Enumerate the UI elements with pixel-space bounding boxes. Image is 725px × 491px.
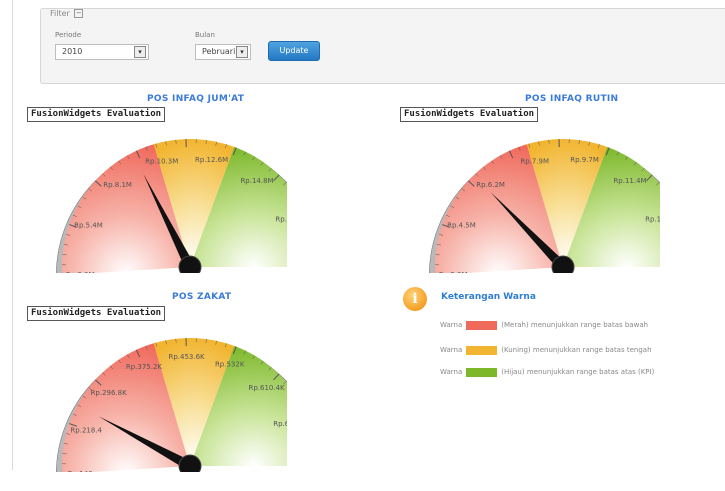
gauge-tick-label: Rp.8.1M <box>103 181 132 189</box>
gauge-tick-label: Rp.296.8K <box>91 389 128 397</box>
gauge-infaq-jumat: Rp.3.6M Rp.5.4M Rp.8.1M Rp.10.3M Rp.12.6M Rp.… <box>27 107 287 273</box>
update-button[interactable]: Update <box>268 41 320 61</box>
gauge-tick-label: Rp.3.6M <box>66 271 95 273</box>
gauge-tick-label: Rp.4.5M <box>447 222 476 230</box>
gauge-hub <box>551 255 575 273</box>
legend-row-red: Warna (Merah) menunjukkan range batas baw… <box>440 320 648 330</box>
chevron-down-icon[interactable]: ▾ <box>236 46 248 58</box>
filter-legend-label: Filter <box>50 9 70 18</box>
red-swatch <box>466 320 498 330</box>
gauge-tick-label: Rp.10.3M <box>145 158 178 166</box>
gauge-title-infaq-rutin: POS INFAQ RUTIN <box>525 94 619 104</box>
gauge-hub <box>178 454 202 472</box>
evaluation-label: FusionWidgets Evaluation <box>27 107 166 122</box>
gauge-zakat: Rp.140 Rp.218.4 Rp.296.8K Rp.375.2K Rp.453.6… <box>27 306 287 472</box>
legend-title: Keterangan Warna <box>441 292 536 302</box>
gauge-title-infaq-jumat: POS INFAQ JUM'AT <box>147 94 245 104</box>
collapse-icon[interactable]: − <box>74 9 84 18</box>
gauge-tick-label: Rp.140 <box>68 470 93 472</box>
gauge-dial: Rp.3.6M Rp.5.4M Rp.8.1M Rp.10.3M Rp.12.6M Rp.… <box>56 139 287 273</box>
legend-row-yellow: Warna (Kuning) menunjukkan range batas te… <box>440 345 652 355</box>
gauge-tick-label: Rp.688.8K <box>273 420 287 428</box>
evaluation-label: FusionWidgets Evaluation <box>400 107 539 122</box>
legend-text: (Merah) menunjukkan range batas bawah <box>501 321 649 329</box>
gauge-infaq-rutin: Rp.2.3M Rp.4.5M Rp.6.2M Rp.7.9M Rp.9.7M Rp.11… <box>400 107 660 273</box>
gauge-tick-label: Rp.11.4M <box>613 177 646 185</box>
gauge-tick-label: Rp.12.6M <box>195 156 228 164</box>
gauge-tick-label: Rp.13.1M <box>645 215 660 223</box>
green-swatch <box>466 367 498 377</box>
evaluation-label: FusionWidgets Evaluation <box>27 306 166 321</box>
filter-legend[interactable]: Filter − <box>48 9 86 18</box>
gauge-tick-label: Rp.532K <box>215 360 245 368</box>
gauge-dial: Rp.140 Rp.218.4 Rp.296.8K Rp.375.2K Rp.453.6… <box>56 338 287 472</box>
gauge-tick-label: Rp.6.2M <box>476 181 505 189</box>
legend-text: (Kuning) menunjukkan range batas tengah <box>501 346 652 354</box>
legend-text: (Hijau) menunjukkan range batas atas (KP… <box>501 368 655 376</box>
gauge-tick-label: Rp.375.2K <box>126 363 163 371</box>
gauge-hub <box>178 255 202 273</box>
legend-prefix: Warna <box>440 346 463 354</box>
bulan-select-value: Pebruari <box>202 47 236 56</box>
bulan-select[interactable]: Pebruari ▾ <box>195 44 251 60</box>
gauge-tick-label: Rp.610.4K <box>248 384 285 392</box>
bulan-label: Bulan <box>195 31 215 39</box>
periode-select-value: 2010 <box>62 47 83 56</box>
yellow-swatch <box>466 345 498 355</box>
info-icon: i <box>403 287 427 311</box>
gauge-tick-label: Rp.9.7M <box>570 156 599 164</box>
gauge-tick-label: Rp.5.4M <box>74 222 103 230</box>
gauge-tick-label: Rp.14.8M <box>240 177 273 185</box>
gauge-tick-label: Rp.218.4 <box>70 427 102 435</box>
gauge-title-zakat: POS ZAKAT <box>172 292 232 302</box>
periode-label: Periode <box>55 31 82 39</box>
periode-select[interactable]: 2010 ▾ <box>55 44 149 60</box>
gauge-dial: Rp.2.3M Rp.4.5M Rp.6.2M Rp.7.9M Rp.9.7M Rp.11… <box>429 139 660 273</box>
gauge-tick-label: Rp.453.6K <box>168 353 205 361</box>
legend-row-green: Warna (Hijau) menunjukkan range batas ata… <box>440 367 654 377</box>
gauge-tick-label: Rp.17M <box>275 215 287 223</box>
legend-prefix: Warna <box>440 368 463 376</box>
gauge-tick-label: Rp.7.9M <box>520 158 549 166</box>
page-left-border <box>12 0 13 470</box>
legend-prefix: Warna <box>440 321 463 329</box>
gauge-tick-label: Rp.2.3M <box>439 271 468 273</box>
chevron-down-icon[interactable]: ▾ <box>134 46 146 58</box>
